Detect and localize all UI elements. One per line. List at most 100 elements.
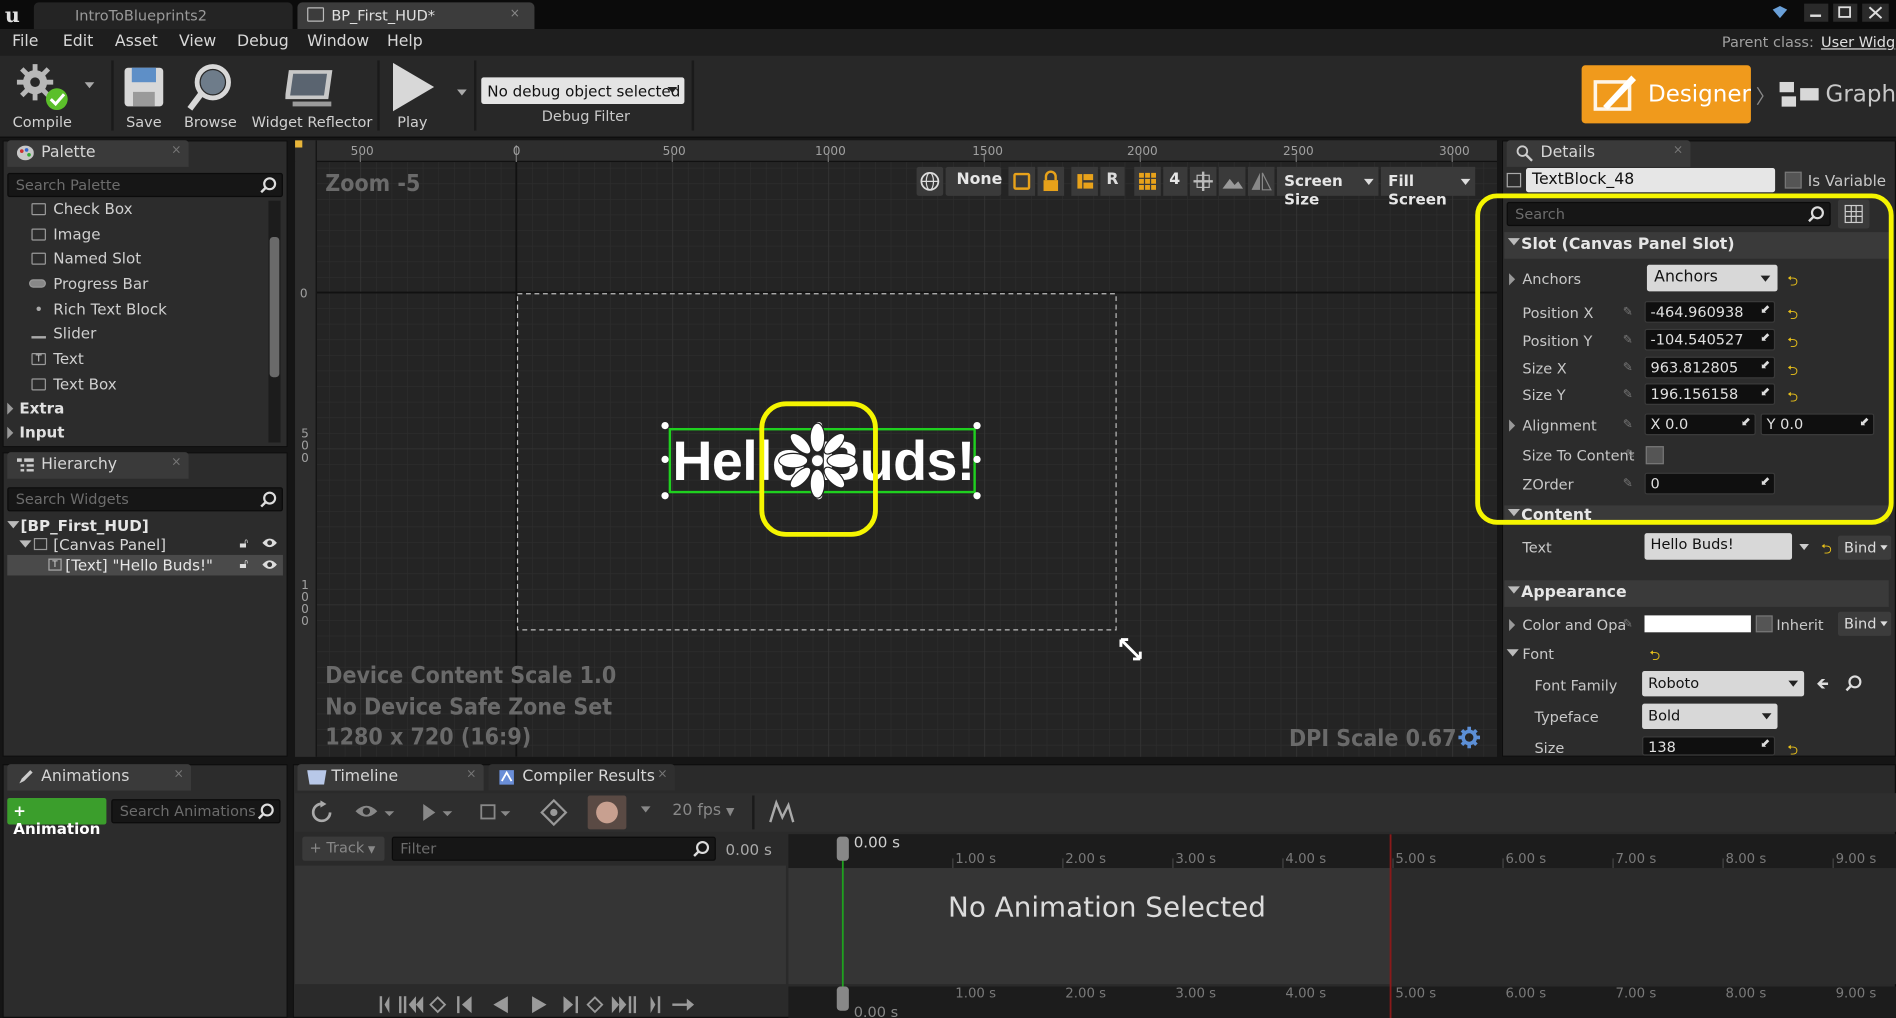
screen-size-select[interactable]: Screen Size	[1276, 166, 1379, 208]
resize-arrow-icon[interactable]	[1117, 636, 1144, 663]
palette-item-text[interactable]: T Text	[31, 349, 84, 368]
palette-scrollbar[interactable]	[268, 200, 281, 443]
play-button[interactable]: Play	[385, 60, 441, 131]
outline-toggle-button[interactable]	[1008, 166, 1036, 196]
hierarchy-search-input[interactable]: Search Widgets	[7, 487, 283, 512]
view-eye-dropdown-icon[interactable]	[353, 800, 397, 824]
compile-button[interactable]: Compile	[5, 60, 80, 131]
palette-tab[interactable]: Palette ×	[7, 140, 189, 167]
visibility-eye-icon[interactable]	[261, 536, 278, 551]
locale-preview-select[interactable]: None	[945, 166, 1002, 196]
play-options-dropdown-icon[interactable]	[457, 89, 467, 96]
menu-view[interactable]: View	[179, 33, 216, 51]
unreal-logo-icon[interactable]: u	[2, 1, 29, 28]
hierarchy-root[interactable]: [BP_First_HUD]	[7, 516, 149, 534]
parent-class-link[interactable]: User Widg	[1821, 34, 1895, 51]
palette-item-slider[interactable]: Slider	[31, 324, 96, 342]
hierarchy-canvas-panel[interactable]: [Canvas Panel] 🔓︎	[19, 536, 285, 554]
save-button[interactable]: Save	[119, 60, 170, 131]
close-tab-icon[interactable]: ×	[510, 7, 520, 20]
flip-view-button[interactable]	[1247, 166, 1275, 196]
text-options-chevron-icon[interactable]	[1799, 544, 1809, 551]
add-track-button[interactable]: + Track ▼	[302, 836, 385, 861]
palette-item-check-box[interactable]: Check Box	[31, 199, 133, 218]
compiler-results-tab[interactable]: Compiler Results ×	[488, 764, 675, 791]
browse-button[interactable]: Browse	[179, 60, 242, 131]
menu-window[interactable]: Window	[307, 33, 369, 51]
designer-canvas[interactable]: 500 0 500 1000 1500 2000 2500 3000 0 5 0…	[295, 140, 1497, 757]
close-panel-icon[interactable]: ×	[466, 768, 476, 781]
dpi-settings-gear-icon[interactable]	[1458, 726, 1481, 749]
palette-item-text-box[interactable]: Text Box	[31, 375, 117, 393]
typeface-select[interactable]: Bold	[1642, 703, 1778, 730]
widget-reflector-button[interactable]: Widget Reflector	[249, 60, 375, 131]
reset-r-button[interactable]: R	[1100, 166, 1125, 196]
text-property-input[interactable]: Hello Buds!	[1644, 533, 1793, 560]
hierarchy-tab[interactable]: Hierarchy ×	[7, 452, 189, 479]
menu-debug[interactable]: Debug	[237, 33, 289, 51]
fill-screen-select[interactable]: Fill Screen	[1380, 166, 1476, 208]
reset-to-default-icon[interactable]: ⮌	[1787, 740, 1798, 763]
palette-category-extra[interactable]: Extra	[7, 399, 64, 417]
color-swatch[interactable]	[1644, 615, 1751, 633]
menu-asset[interactable]: Asset	[115, 33, 158, 51]
menu-help[interactable]: Help	[387, 33, 423, 51]
compile-options-dropdown-icon[interactable]	[84, 82, 95, 89]
doc-tab-bp-first-hud[interactable]: BP_First_HUD* ×	[297, 2, 535, 30]
graph-mode-button[interactable]: Graph	[1778, 65, 1896, 123]
grid-snap-button[interactable]	[1134, 166, 1161, 196]
font-family-select[interactable]: Roboto	[1642, 670, 1805, 697]
localization-globe-button[interactable]	[916, 166, 944, 196]
palette-item-rich-text-block[interactable]: • Rich Text Block	[31, 300, 167, 318]
menu-edit[interactable]: Edit	[63, 33, 93, 51]
appearance-section-header[interactable]: Appearance	[1504, 580, 1889, 607]
background-image-button[interactable]	[1218, 166, 1246, 196]
animations-tab[interactable]: Animations ×	[7, 764, 192, 791]
visibility-eye-icon[interactable]	[261, 557, 278, 572]
browse-asset-search-icon[interactable]	[1845, 675, 1862, 692]
doc-tab-introtoblueprints[interactable]: IntroToBlueprints2	[33, 2, 293, 30]
palette-item-progress-bar[interactable]: Progress Bar	[29, 274, 148, 293]
color-bind-button[interactable]: Bind	[1837, 611, 1892, 636]
palette-search-input[interactable]: Search Palette	[7, 172, 283, 198]
palette-item-named-slot[interactable]: Named Slot	[31, 249, 141, 267]
reset-to-default-icon[interactable]: ⮌	[1649, 646, 1660, 669]
font-size-field[interactable]: 138 ⬋	[1642, 736, 1776, 756]
collapse-arrow-icon[interactable]	[1506, 649, 1519, 657]
grid-size-select[interactable]: 4	[1163, 166, 1188, 196]
transform-icon[interactable]	[539, 798, 568, 827]
menu-file[interactable]: File	[12, 33, 38, 51]
palette-item-image[interactable]: Image	[31, 225, 101, 243]
lock-icon[interactable]: 🔓︎	[239, 556, 248, 573]
inherit-checkbox[interactable]	[1755, 615, 1773, 633]
close-panel-icon[interactable]: ×	[657, 768, 667, 781]
add-animation-button[interactable]: + Animation	[7, 797, 107, 838]
search-animations-input[interactable]: Search Animations	[111, 799, 281, 824]
timeline-tab[interactable]: Timeline ×	[297, 764, 484, 791]
respect-locks-button[interactable]	[1071, 166, 1098, 196]
palette-category-input[interactable]: Input	[7, 423, 65, 441]
selection-dropdown-icon[interactable]	[479, 800, 513, 824]
use-selected-arrow-icon[interactable]: 🡸	[1816, 673, 1829, 700]
expand-arrow-icon[interactable]	[1509, 619, 1516, 632]
curve-editor-icon[interactable]	[767, 798, 798, 827]
hierarchy-text-hello-buds[interactable]: T [Text] "Hello Buds!" 🔓︎	[7, 554, 283, 576]
pin-icon[interactable]: ✎	[1623, 618, 1633, 631]
designer-mode-button[interactable]: Designer	[1581, 65, 1751, 124]
fps-select[interactable]: 20 fps ▼	[672, 802, 734, 820]
debug-object-select[interactable]: No debug object selected	[481, 77, 685, 104]
lock-toggle-button[interactable]	[1037, 166, 1065, 196]
refresh-icon[interactable]	[310, 800, 337, 824]
is-variable-checkbox[interactable]	[1784, 171, 1802, 189]
reset-to-default-icon[interactable]: ⮌	[1821, 539, 1832, 562]
close-panel-icon[interactable]: ×	[171, 456, 181, 469]
transport-controls[interactable]	[375, 991, 701, 1018]
track-filter-input[interactable]: Filter	[391, 836, 716, 861]
playback-dropdown-icon[interactable]	[421, 800, 455, 824]
text-bind-button[interactable]: Bind	[1837, 535, 1892, 560]
lock-icon[interactable]: 🔓︎	[239, 536, 248, 553]
scrollbar-thumb[interactable]	[269, 236, 280, 378]
window-controls-icon[interactable]	[1765, 2, 1896, 24]
auto-key-button[interactable]	[587, 795, 627, 830]
details-tab[interactable]: Details ×	[1506, 140, 1691, 167]
